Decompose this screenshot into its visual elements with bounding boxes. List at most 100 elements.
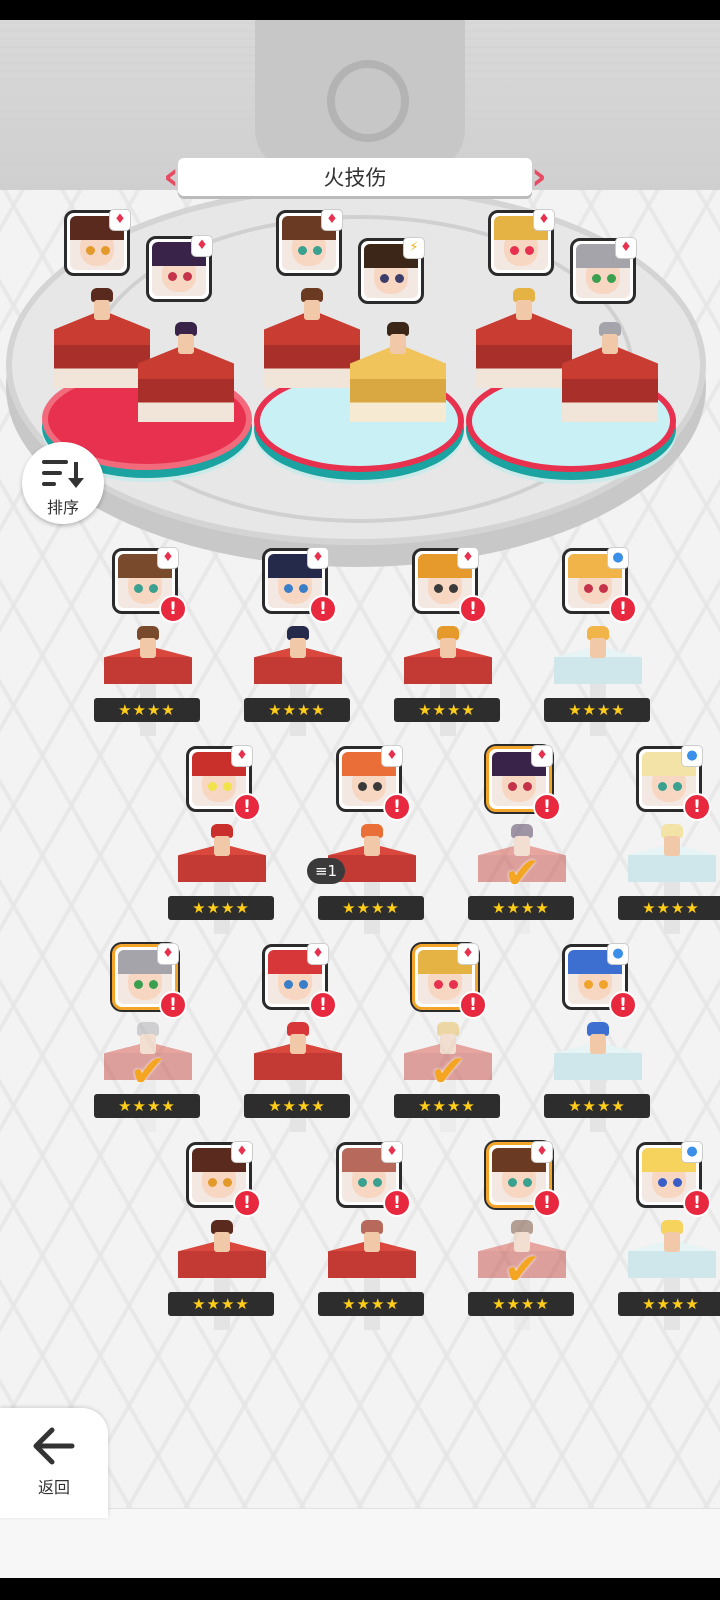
team-member-portrait[interactable]: ♦ [64,209,131,276]
fire-element-icon: ♦ [533,209,555,231]
roster-character-portrait[interactable]: ♦! [412,943,487,1019]
character-sprite [207,1220,237,1254]
team-member-portrait[interactable]: ⚡ [358,237,425,304]
roster-character-portrait[interactable]: ♦! [262,547,337,623]
alert-icon: ! [683,1189,711,1217]
alert-icon: ! [459,595,487,623]
selected-check-icon: ✔ [503,848,541,899]
fire-element-icon: ♦ [381,1141,403,1163]
character-sprite [283,1022,313,1056]
character-sprite [207,824,237,858]
fire-element-icon: ♦ [191,235,213,257]
fire-element-icon: ♦ [307,943,329,965]
team-member-pedestal[interactable] [264,288,360,388]
fire-element-icon: ♦ [109,209,131,231]
roster-character-portrait[interactable]: ♦! [412,547,487,623]
character-sprite [657,824,687,858]
roster-character-portrait[interactable]: ♦! [112,547,187,623]
alert-icon: ! [533,1189,561,1217]
roster-character-portrait[interactable]: ●! [562,547,637,623]
alert-icon: ! [609,991,637,1019]
star-rating: ★★★★ [468,1292,574,1316]
fire-element-icon: ♦ [321,209,343,231]
alert-icon: ! [233,1189,261,1217]
star-rating: ★★★★ [94,1094,200,1118]
roster-character-portrait[interactable]: ●! [636,1141,711,1217]
roster-character-portrait[interactable]: ♦! [112,943,187,1019]
roster-character-portrait[interactable]: ♦! [186,745,261,821]
water-element-icon: ● [607,943,629,965]
star-rating: ★★★★ [394,698,500,722]
water-element-icon: ● [681,745,703,767]
team-member-portrait[interactable]: ♦ [488,209,555,276]
star-rating: ★★★★ [168,1292,274,1316]
roster-character-portrait[interactable]: ♦! [336,745,411,821]
alert-icon: ! [159,595,187,623]
roster-character-portrait[interactable]: ♦! [486,1141,561,1217]
team-member-pedestal[interactable] [562,322,658,422]
alert-icon: ! [609,595,637,623]
team-member-pedestal[interactable] [476,288,572,388]
alert-icon: ! [159,991,187,1019]
roster-character-portrait[interactable]: ♦! [186,1141,261,1217]
character-sprite [383,322,413,354]
star-rating: ★★★★ [244,698,350,722]
fire-element-icon: ♦ [307,547,329,569]
character-sprite [583,626,613,660]
fire-element-icon: ♦ [381,745,403,767]
roster-character-portrait[interactable]: ♦! [486,745,561,821]
character-sprite [583,1022,613,1056]
character-sprite [171,322,201,354]
team-name-banner: ‹ 火技伤 › [160,156,550,198]
sort-label: 排序 [46,498,79,517]
team-member-pedestal[interactable] [54,288,150,388]
alert-icon: ! [683,793,711,821]
fire-element-icon: ♦ [457,547,479,569]
fire-element-icon: ♦ [231,745,253,767]
alert-icon: ! [459,991,487,1019]
selected-check-icon: ✔ [503,1244,541,1295]
water-element-icon: ● [607,547,629,569]
lightning-element-icon: ⚡ [403,237,425,259]
team-member-pedestal[interactable] [138,322,234,422]
sort-button[interactable]: 排序 [22,442,104,524]
alert-icon: ! [383,1189,411,1217]
fire-element-icon: ♦ [457,943,479,965]
fire-element-icon: ♦ [157,547,179,569]
roster-character-portrait[interactable]: ●! [562,943,637,1019]
star-rating: ★★★★ [394,1094,500,1118]
team-member-portrait[interactable]: ♦ [276,209,343,276]
fire-element-icon: ♦ [157,943,179,965]
water-element-icon: ● [681,1141,703,1163]
back-button[interactable]: 返回 [0,1408,108,1518]
character-sprite [297,288,327,320]
fire-element-icon: ♦ [531,745,553,767]
fire-element-icon: ♦ [615,237,637,259]
team-member-portrait[interactable]: ♦ [570,237,637,304]
sort-icon [42,460,84,488]
character-sprite [657,1220,687,1254]
team-member-pedestal[interactable] [350,322,446,422]
alert-icon: ! [309,991,337,1019]
team-member-portrait[interactable]: ♦ [146,235,213,302]
star-rating: ★★★★ [468,896,574,920]
next-team-arrow-icon[interactable]: › [528,156,550,198]
bottom-bar [0,1508,720,1578]
star-rating: ★★★★ [244,1094,350,1118]
star-rating: ★★★★ [318,1292,424,1316]
queue-count-badge: ≡1 [307,858,345,884]
team-title: 火技伤 [178,158,532,196]
character-sprite [595,322,625,354]
star-rating: ★★★★ [318,896,424,920]
selected-check-icon: ✔ [429,1046,467,1097]
back-label: 返回 [37,1478,70,1497]
roster-character-portrait[interactable]: ●! [636,745,711,821]
star-rating: ★★★★ [544,698,650,722]
fire-element-icon: ♦ [231,1141,253,1163]
star-rating: ★★★★ [94,698,200,722]
star-rating: ★★★★ [618,896,720,920]
star-rating: ★★★★ [618,1292,720,1316]
roster-character-portrait[interactable]: ♦! [262,943,337,1019]
character-sprite [433,626,463,660]
roster-character-portrait[interactable]: ♦! [336,1141,411,1217]
